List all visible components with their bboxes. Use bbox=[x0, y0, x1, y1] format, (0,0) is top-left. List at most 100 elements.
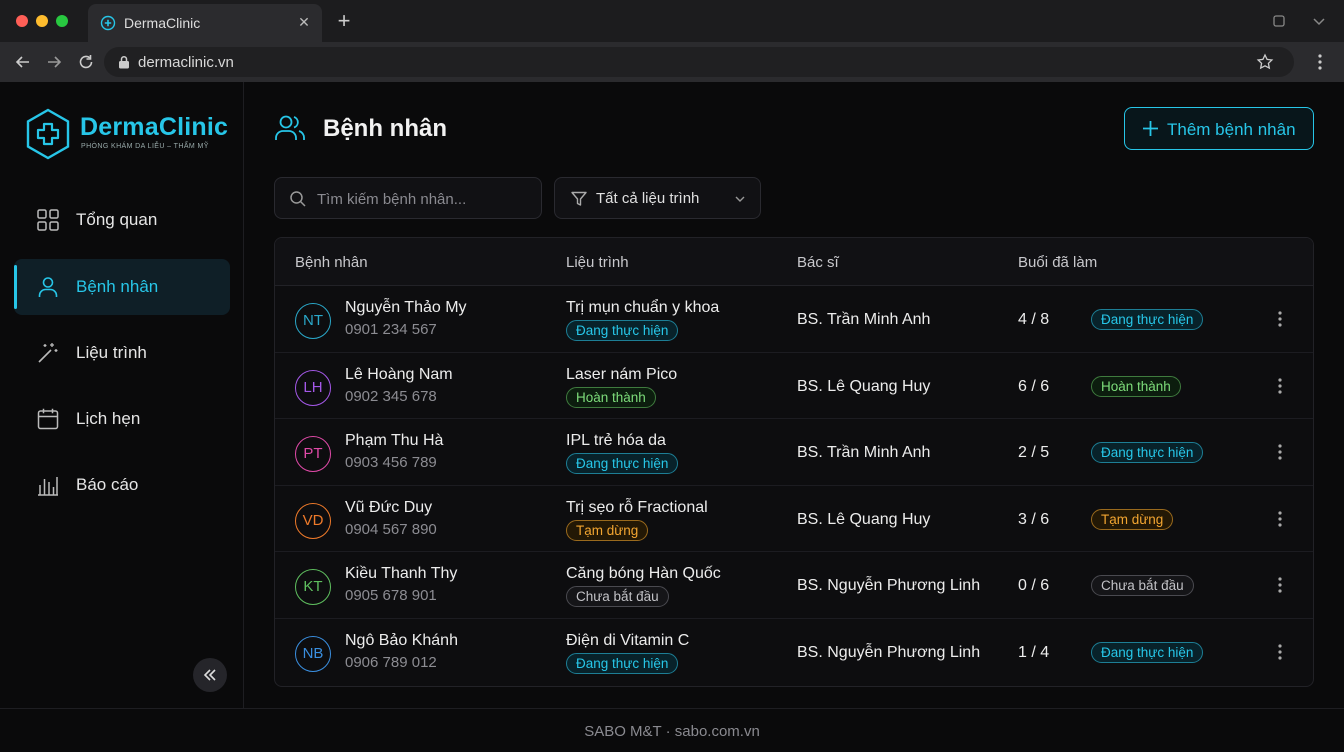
column-header-patient: Bệnh nhân bbox=[295, 254, 368, 271]
back-icon[interactable] bbox=[14, 53, 32, 71]
sidebar-item-label: Tổng quan bbox=[76, 210, 158, 229]
minimize-window-button[interactable] bbox=[36, 15, 48, 27]
doctor-name: BS. Trần Minh Anh bbox=[797, 311, 931, 328]
chevron-down-icon bbox=[735, 196, 745, 202]
column-header-treatment: Liệu trình bbox=[566, 254, 629, 271]
reload-icon[interactable] bbox=[77, 53, 95, 71]
avatar: KT bbox=[295, 569, 331, 606]
bookmark-star-icon[interactable] bbox=[1256, 53, 1274, 71]
sidebar: DermaClinic PHÒNG KHÁM DA LIỄU – THẨM MỸ… bbox=[0, 82, 244, 708]
table-row[interactable]: LH Lê Hoàng Nam 0902 345 678 Laser nám P… bbox=[275, 353, 1313, 420]
plus-icon bbox=[1143, 121, 1158, 136]
patient-name: Ngô Bảo Khánh bbox=[345, 632, 458, 649]
sidebar-item-label: Liệu trình bbox=[76, 343, 147, 362]
logo-icon bbox=[26, 108, 70, 160]
url-field[interactable]: dermaclinic.vn bbox=[104, 47, 1294, 77]
favicon-icon bbox=[100, 15, 116, 31]
sessions-count: 2 / 5 bbox=[1018, 444, 1050, 462]
doctor-name: BS. Lê Quang Huy bbox=[797, 377, 931, 395]
patient-phone: 0901 234 567 bbox=[345, 321, 437, 338]
url-text: dermaclinic.vn bbox=[138, 54, 234, 71]
user-icon bbox=[38, 277, 58, 297]
avatar: NB bbox=[295, 636, 331, 672]
treatment-status-badge: Hoàn thành bbox=[566, 386, 656, 408]
treatment-status-badge: Tạm dừng bbox=[566, 519, 649, 541]
patient-phone: 0902 345 678 bbox=[345, 387, 437, 405]
close-window-button[interactable] bbox=[16, 15, 28, 27]
avatar: PT bbox=[295, 436, 331, 473]
treatment-name: Trị sẹo rỗ Fractional bbox=[566, 498, 708, 516]
grid-icon bbox=[37, 209, 59, 231]
search-input[interactable] bbox=[317, 188, 527, 210]
table-header: Bệnh nhân Liệu trình Bác sĩ Buổi đã làm bbox=[275, 238, 1313, 286]
status-badge: Chưa bắt đầu bbox=[1091, 575, 1194, 597]
table-row[interactable]: NT Nguyễn Thảo My 0901 234 567 Trị mụn c… bbox=[275, 286, 1313, 353]
sidebar-item-label: Lịch hẹn bbox=[76, 409, 141, 428]
more-options-icon[interactable] bbox=[1272, 575, 1288, 595]
sidebar-item-treatments[interactable]: Liệu trình bbox=[14, 325, 230, 381]
more-options-icon[interactable] bbox=[1272, 509, 1288, 529]
sidebar-item-appointments[interactable]: Lịch hẹn bbox=[14, 391, 230, 447]
patient-name: Kiều Thanh Thy bbox=[345, 565, 458, 583]
bar-chart-icon bbox=[38, 477, 58, 496]
calendar-icon bbox=[37, 408, 59, 430]
more-options-icon[interactable] bbox=[1272, 442, 1288, 462]
more-options-icon[interactable] bbox=[1272, 376, 1288, 396]
chevron-down-icon[interactable] bbox=[1311, 13, 1327, 29]
patient-name: Lê Hoàng Nam bbox=[345, 365, 453, 383]
sidebar-item-patients[interactable]: Bệnh nhân bbox=[14, 259, 230, 315]
sessions-count: 1 / 4 bbox=[1018, 644, 1050, 661]
close-tab-icon[interactable]: ✕ bbox=[296, 14, 312, 30]
table-row[interactable]: NB Ngô Bảo Khánh 0906 789 012 Điện di Vi… bbox=[275, 619, 1313, 686]
doctor-name: BS. Nguyễn Phương Linh bbox=[797, 644, 981, 661]
add-patient-button[interactable]: Thêm bệnh nhân bbox=[1124, 107, 1314, 150]
table-row[interactable]: KT Kiều Thanh Thy 0905 678 901 Căng bóng… bbox=[275, 552, 1313, 619]
more-options-icon[interactable] bbox=[1272, 642, 1288, 662]
sidebar-item-reports[interactable]: Báo cáo bbox=[14, 457, 230, 513]
footer-text: SABO M&T · sabo.com.vn bbox=[584, 723, 760, 740]
sessions-count: 0 / 6 bbox=[1018, 577, 1050, 595]
sidebar-item-label: Báo cáo bbox=[76, 475, 139, 494]
status-badge: Hoàn thành bbox=[1091, 375, 1181, 397]
patient-name: Phạm Thu Hà bbox=[345, 432, 444, 450]
magic-wand-icon bbox=[38, 343, 58, 363]
doctor-name: BS. Trần Minh Anh bbox=[797, 444, 931, 462]
table-row[interactable]: PT Phạm Thu Hà 0903 456 789 IPL trẻ hóa … bbox=[275, 419, 1313, 486]
table-row[interactable]: VD Vũ Đức Duy 0904 567 890 Trị sẹo rỗ Fr… bbox=[275, 486, 1313, 553]
sidebar-item-overview[interactable]: Tổng quan bbox=[14, 192, 230, 248]
status-badge: Đang thực hiện bbox=[1091, 442, 1204, 464]
brand-tagline: PHÒNG KHÁM DA LIỄU – THẨM MỸ bbox=[81, 143, 209, 150]
patient-name: Vũ Đức Duy bbox=[345, 498, 433, 516]
browser-tab[interactable]: DermaClinic ✕ bbox=[88, 4, 322, 42]
more-options-icon[interactable] bbox=[1272, 309, 1288, 329]
app: DermaClinic PHÒNG KHÁM DA LIỄU – THẨM MỸ… bbox=[0, 82, 1344, 752]
tab-title: DermaClinic bbox=[124, 15, 201, 31]
filter-icon bbox=[571, 191, 587, 206]
reading-mode-icon[interactable] bbox=[1271, 13, 1287, 29]
patient-name: Nguyễn Thảo My bbox=[345, 299, 467, 316]
lock-icon bbox=[119, 55, 129, 69]
patient-phone: 0905 678 901 bbox=[345, 587, 437, 605]
column-header-sessions: Buổi đã làm bbox=[1018, 254, 1098, 271]
users-icon bbox=[275, 115, 305, 140]
treatment-filter-dropdown[interactable]: Tất cả liệu trình bbox=[554, 177, 761, 219]
maximize-window-button[interactable] bbox=[56, 15, 68, 27]
treatment-name: Trị mụn chuẩn y khoa bbox=[566, 299, 720, 316]
sessions-count: 3 / 6 bbox=[1018, 510, 1050, 528]
treatment-status-badge: Đang thực hiện bbox=[566, 653, 679, 674]
search-box bbox=[274, 177, 542, 219]
collapse-sidebar-button[interactable] bbox=[193, 658, 227, 692]
column-header-doctor: Bác sĩ bbox=[797, 254, 839, 271]
filter-selected-value: Tất cả liệu trình bbox=[596, 190, 700, 207]
patient-phone: 0903 456 789 bbox=[345, 454, 437, 472]
avatar: LH bbox=[295, 369, 331, 406]
browser-tab-bar: DermaClinic ✕ + bbox=[0, 0, 1344, 42]
patient-phone: 0904 567 890 bbox=[345, 520, 437, 538]
page-title: Bệnh nhân bbox=[323, 115, 447, 142]
browser-menu-icon[interactable] bbox=[1312, 52, 1328, 72]
new-tab-icon[interactable]: + bbox=[334, 10, 354, 32]
treatment-status-badge: Đang thực hiện bbox=[566, 453, 679, 475]
forward-icon[interactable] bbox=[45, 53, 63, 71]
status-badge: Đang thực hiện bbox=[1091, 642, 1204, 663]
treatment-name: IPL trẻ hóa da bbox=[566, 432, 666, 450]
